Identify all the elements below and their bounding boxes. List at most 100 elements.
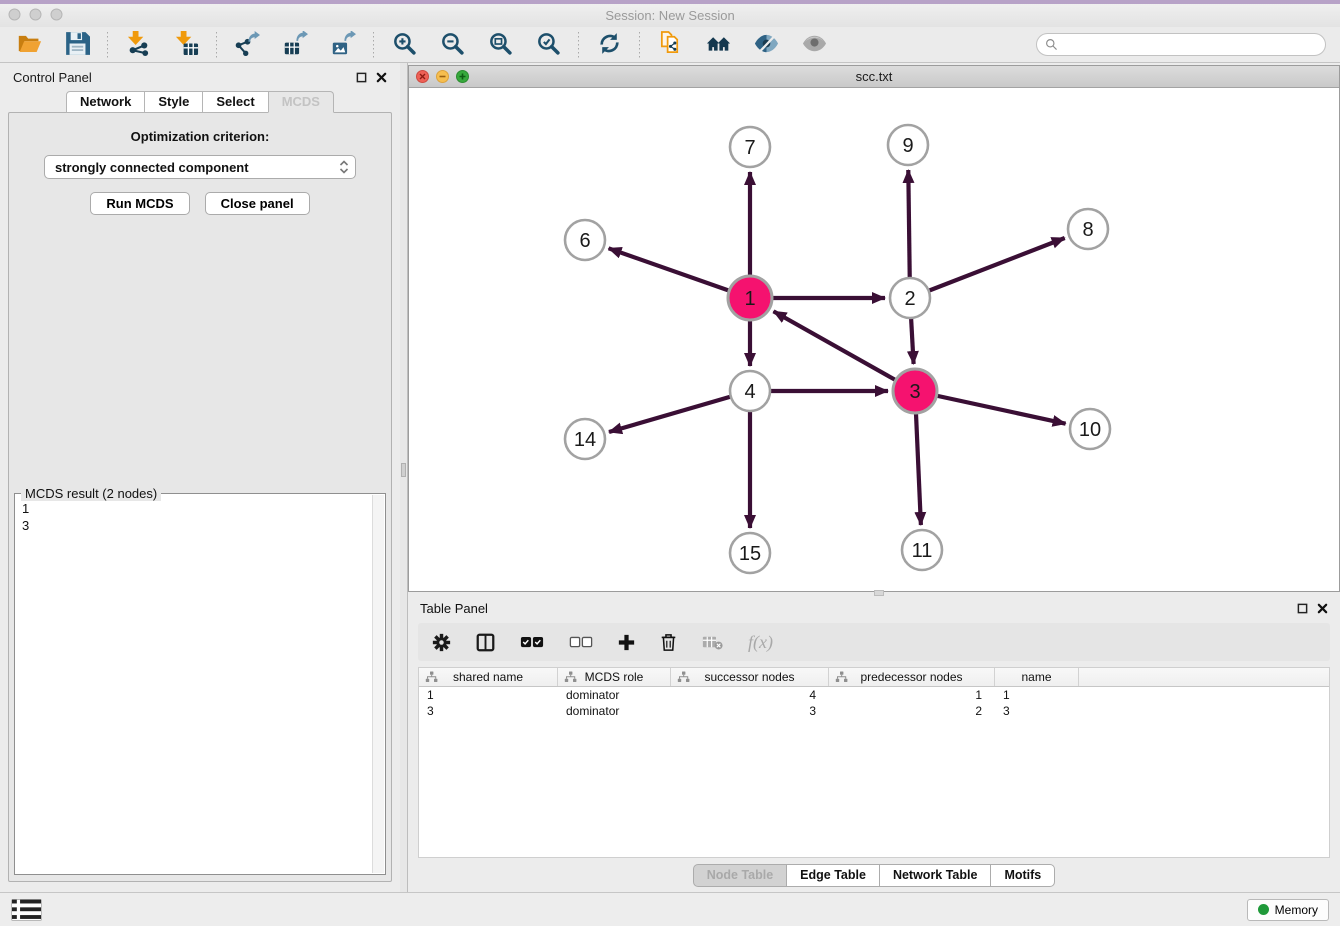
network-window-controls[interactable] [416,70,469,83]
table-cell[interactable]: 1 [829,688,995,702]
table-cell[interactable]: 1 [419,688,558,702]
table-cell[interactable]: 3 [671,704,829,718]
table-row[interactable]: 1dominator411 [419,687,1329,703]
node-table[interactable]: shared name MCDS role successor nodesprede… [418,667,1330,858]
search-input[interactable] [1063,38,1317,52]
network-window-titlebar[interactable]: scc.txt [409,66,1339,88]
toolbar-separator [373,32,374,58]
minimize-network-icon[interactable] [436,70,449,83]
close-table-panel-icon[interactable] [1317,603,1328,614]
criterion-select[interactable]: strongly connected component [44,155,356,179]
settings-button[interactable] [432,633,451,652]
column-header-MCDS-role[interactable]: MCDS role [558,668,671,686]
edge-3-1[interactable] [774,311,916,391]
table-cell[interactable]: dominator [558,688,671,702]
table-cell[interactable]: 3 [995,704,1079,718]
node-2[interactable]: 2 [890,278,930,318]
maximize-window-icon[interactable] [50,8,63,21]
zoom-in-button[interactable] [389,30,419,60]
horizontal-splitter-grip[interactable] [874,590,884,596]
node-9[interactable]: 9 [888,125,928,165]
close-panel-button[interactable]: Close panel [205,192,310,215]
splitter-grip[interactable] [401,463,406,477]
node-10[interactable]: 10 [1070,409,1110,449]
deselect-all-button[interactable] [569,636,593,649]
node-3[interactable]: 3 [893,369,937,413]
node-7[interactable]: 7 [730,127,770,167]
node-11[interactable]: 11 [902,530,942,570]
result-scrollbar[interactable] [372,495,384,873]
close-panel-icon[interactable] [376,72,387,83]
network-title: scc.txt [409,69,1339,84]
column-header-successor-nodes[interactable]: successor nodes [671,668,829,686]
save-session-button[interactable] [62,30,92,60]
fx-button[interactable]: f(x) [748,632,773,653]
import-table-button[interactable] [171,30,201,60]
criterion-value: strongly connected component [55,160,249,175]
column-header-shared-name[interactable]: shared name [419,668,558,686]
window-controls[interactable] [8,8,63,21]
tab-node-table[interactable]: Node Table [693,864,787,887]
zoom-out-icon [440,31,465,59]
tab-style[interactable]: Style [144,91,203,113]
search-box[interactable] [1036,33,1326,56]
tab-select[interactable]: Select [202,91,268,113]
deselect-all-icon [569,636,593,649]
table-cell[interactable]: 4 [671,688,829,702]
node-15[interactable]: 15 [730,533,770,573]
column-header-name[interactable]: name [995,668,1079,686]
column-label: MCDS role [585,670,644,684]
node-14[interactable]: 14 [565,419,605,459]
panel-splitter[interactable] [400,63,408,892]
table-cell[interactable]: 2 [829,704,995,718]
toolbar-separator [107,32,108,58]
column-header-predecessor-nodes[interactable]: predecessor nodes [829,668,995,686]
select-all-button[interactable] [520,636,544,649]
export-table-button[interactable] [280,30,310,60]
node-6[interactable]: 6 [565,220,605,260]
node-4[interactable]: 4 [730,371,770,411]
panel-toggle-button[interactable] [11,899,42,921]
tab-mcds[interactable]: MCDS [268,91,334,113]
new-network-from-selection-button[interactable] [655,30,685,60]
table-cell[interactable]: dominator [558,704,671,718]
maximize-network-icon[interactable] [456,70,469,83]
add-column-button[interactable] [618,634,635,651]
node-8[interactable]: 8 [1068,209,1108,249]
float-table-panel-icon[interactable] [1297,603,1308,614]
tab-motifs[interactable]: Motifs [990,864,1055,887]
run-mcds-button[interactable]: Run MCDS [90,192,189,215]
close-window-icon[interactable] [8,8,21,21]
memory-button[interactable]: Memory [1247,899,1329,921]
table-row[interactable]: 3dominator323 [419,703,1329,719]
zoom-selected-button[interactable] [533,30,563,60]
network-window: scc.txt 7 9 6 8 1 2 4 3 14 10 15 11 [408,65,1340,592]
zoom-out-button[interactable] [437,30,467,60]
horizontal-splitter[interactable] [408,592,1340,595]
import-network-button[interactable] [123,30,153,60]
edge-4-14[interactable] [609,391,750,432]
export-network-button[interactable] [232,30,262,60]
zoom-fit-button[interactable] [485,30,515,60]
float-panel-icon[interactable] [356,72,367,83]
delete-column-button[interactable] [660,633,677,652]
export-image-button[interactable] [328,30,358,60]
delete-table-button[interactable] [702,634,723,650]
close-network-icon[interactable] [416,70,429,83]
minimize-window-icon[interactable] [29,8,42,21]
apply-layout-button[interactable] [594,30,624,60]
columns-button[interactable] [476,633,495,652]
tab-edge-table[interactable]: Edge Table [786,864,880,887]
table-cell[interactable]: 3 [419,704,558,718]
show-all-button[interactable] [799,30,829,60]
content-area: Control Panel NetworkStyleSelectMCDS Opt… [0,63,1340,892]
open-session-button[interactable] [14,30,44,60]
hide-selected-button[interactable] [751,30,781,60]
network-canvas[interactable]: 7 9 6 8 1 2 4 3 14 10 15 11 [409,88,1339,591]
table-cell[interactable]: 1 [995,688,1079,702]
first-neighbors-button[interactable] [703,30,733,60]
node-1[interactable]: 1 [728,276,772,320]
edge-2-8[interactable] [910,238,1065,298]
tab-network-table[interactable]: Network Table [879,864,992,887]
tab-network[interactable]: Network [66,91,145,113]
